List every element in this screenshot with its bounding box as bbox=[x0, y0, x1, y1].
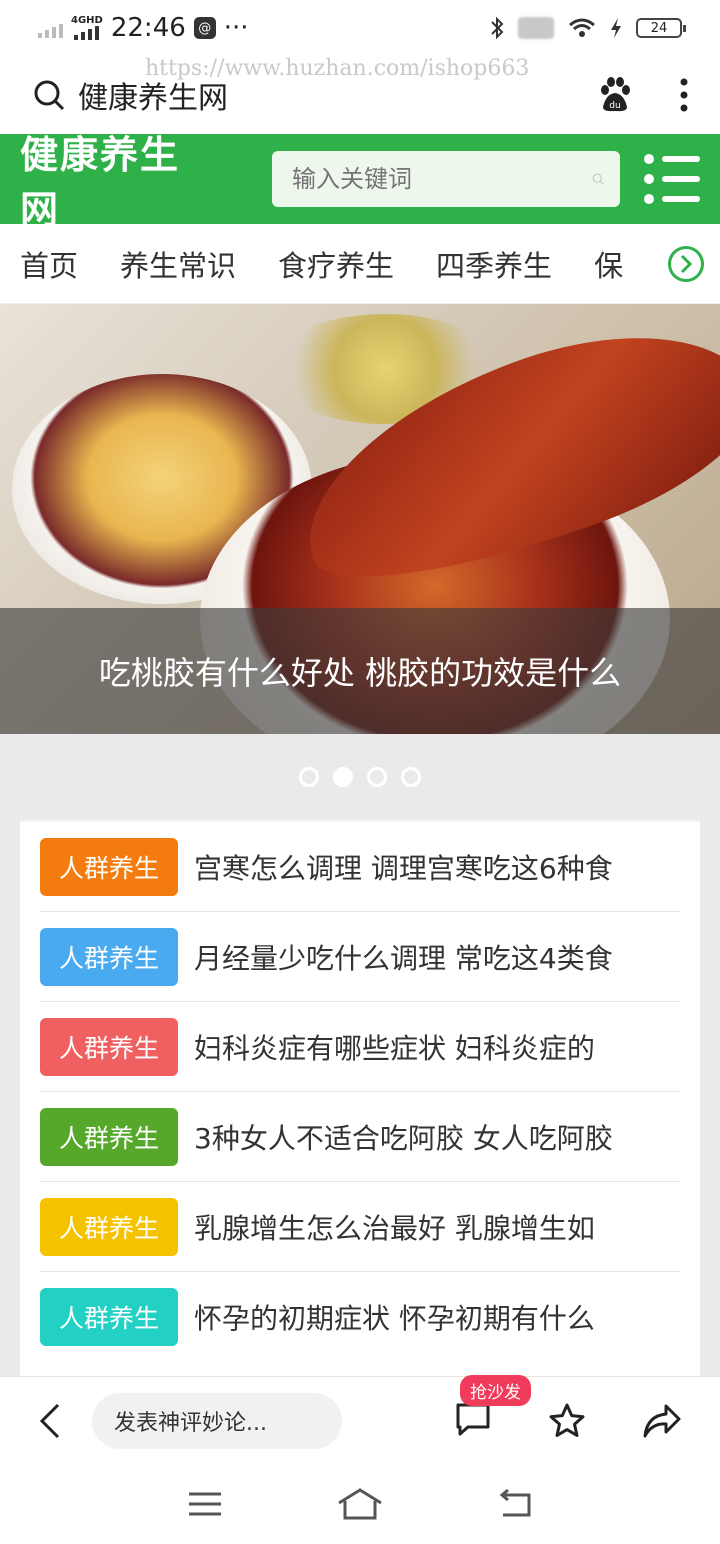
category-tag[interactable]: 人群养生 bbox=[40, 1197, 178, 1256]
carousel-dot[interactable] bbox=[299, 767, 319, 787]
battery-icon: 24 bbox=[636, 18, 686, 38]
home-icon[interactable] bbox=[336, 1487, 384, 1521]
list-item[interactable]: 人群养生 妇科炎症有哪些症状 妇科炎症的 bbox=[40, 1002, 680, 1092]
category-tag[interactable]: 人群养生 bbox=[40, 1107, 178, 1166]
carousel-dot[interactable] bbox=[367, 767, 387, 787]
article-list: 人群养生 宫寒怎么调理 调理宫寒吃这6种食 人群养生 月经量少吃什么调理 常吃这4类… bbox=[20, 820, 700, 1376]
article-title[interactable]: 月经量少吃什么调理 常吃这4类食 bbox=[194, 937, 613, 977]
app-notification-icon: @ bbox=[193, 17, 216, 39]
bluetooth-icon bbox=[491, 16, 504, 40]
search-icon[interactable] bbox=[32, 78, 66, 112]
nav-next-button[interactable] bbox=[668, 246, 704, 282]
more-notifications: ··· bbox=[223, 13, 249, 43]
nav-item-health-knowledge[interactable]: 养生常识 bbox=[120, 243, 236, 285]
status-bar: 4GHD 22:46 @ ··· 24 bbox=[0, 0, 720, 56]
site-search-box[interactable] bbox=[272, 151, 620, 207]
svg-text:du: du bbox=[609, 101, 620, 111]
nav-item-home[interactable]: 首页 bbox=[20, 243, 78, 285]
category-tag[interactable]: 人群养生 bbox=[40, 1017, 178, 1076]
sofa-badge: 抢沙发 bbox=[460, 1374, 531, 1406]
banner-caption-bar[interactable]: 吃桃胶有什么好处 桃胶的功效是什么 bbox=[0, 608, 720, 734]
article-title[interactable]: 乳腺增生怎么治最好 乳腺增生如 bbox=[194, 1207, 595, 1247]
nav-item-partial[interactable]: 保 bbox=[594, 243, 623, 285]
category-nav: 首页 养生常识 食疗养生 四季养生 保 bbox=[0, 224, 720, 304]
blurred-icon bbox=[518, 17, 554, 39]
list-item[interactable]: 人群养生 月经量少吃什么调理 常吃这4类食 bbox=[40, 912, 680, 1002]
comment-placeholder: 发表神评妙论... bbox=[114, 1410, 267, 1436]
network-type: 4GHD bbox=[71, 15, 103, 26]
back-icon[interactable] bbox=[38, 1402, 62, 1440]
browser-address-bar[interactable]: https://www.huzhan.com/ishop663 健康养生网 du bbox=[0, 56, 720, 134]
article-title[interactable]: 3种女人不适合吃阿胶 女人吃阿胶 bbox=[194, 1117, 613, 1157]
article-title[interactable]: 妇科炎症有哪些症状 妇科炎症的 bbox=[194, 1027, 595, 1067]
carousel-dot[interactable] bbox=[401, 767, 421, 787]
article-title[interactable]: 宫寒怎么调理 调理宫寒吃这6种食 bbox=[194, 847, 613, 887]
menu-icon[interactable] bbox=[644, 154, 700, 204]
banner-carousel[interactable]: 吃桃胶有什么好处 桃胶的功效是什么 bbox=[0, 304, 720, 734]
chevron-right-icon bbox=[680, 254, 693, 274]
signal-strength-icon bbox=[74, 26, 100, 40]
nav-item-seasonal[interactable]: 四季养生 bbox=[436, 243, 552, 285]
recent-apps-icon[interactable] bbox=[187, 1491, 223, 1517]
search-icon[interactable] bbox=[592, 157, 604, 201]
carousel-indicators bbox=[0, 734, 720, 820]
banner-caption[interactable]: 吃桃胶有什么好处 桃胶的功效是什么 bbox=[99, 648, 621, 694]
list-item[interactable]: 人群养生 宫寒怎么调理 调理宫寒吃这6种食 bbox=[40, 822, 680, 912]
list-item[interactable]: 人群养生 3种女人不适合吃阿胶 女人吃阿胶 bbox=[40, 1092, 680, 1182]
list-item[interactable]: 人群养生 乳腺增生怎么治最好 乳腺增生如 bbox=[40, 1182, 680, 1272]
signal-icon bbox=[38, 18, 63, 38]
comments-button[interactable]: 抢沙发 bbox=[454, 1374, 531, 1441]
star-icon[interactable] bbox=[548, 1402, 586, 1440]
clock: 22:46 bbox=[110, 13, 186, 43]
watermark: https://www.huzhan.com/ishop663 bbox=[145, 56, 530, 81]
category-tag[interactable]: 人群养生 bbox=[40, 837, 178, 896]
system-back-icon[interactable] bbox=[497, 1489, 533, 1519]
search-input[interactable] bbox=[292, 165, 592, 193]
comment-input[interactable]: 发表神评妙论... bbox=[92, 1392, 342, 1449]
charging-icon bbox=[611, 18, 621, 38]
category-tag[interactable]: 人群养生 bbox=[40, 927, 178, 986]
battery-level: 24 bbox=[650, 20, 668, 36]
carousel-dot-active[interactable] bbox=[333, 767, 353, 787]
category-tag[interactable]: 人群养生 bbox=[40, 1288, 178, 1346]
nav-item-diet-therapy[interactable]: 食疗养生 bbox=[278, 243, 394, 285]
system-nav-bar bbox=[0, 1464, 720, 1544]
wifi-icon bbox=[569, 18, 595, 37]
share-icon[interactable] bbox=[642, 1403, 682, 1439]
list-item[interactable]: 人群养生 怀孕的初期症状 怀孕初期有什么 bbox=[40, 1272, 680, 1362]
site-header: 健康养生网 bbox=[0, 133, 720, 232]
more-options-icon[interactable] bbox=[680, 78, 688, 112]
site-logo[interactable]: 健康养生网 bbox=[20, 124, 210, 234]
comment-icon[interactable] bbox=[454, 1401, 492, 1437]
browser-toolbar: 发表神评妙论... 抢沙发 bbox=[0, 1374, 720, 1464]
article-list-container: 人群养生 宫寒怎么调理 调理宫寒吃这6种食 人群养生 月经量少吃什么调理 常吃这4类… bbox=[0, 820, 720, 1376]
baidu-paw-icon[interactable]: du bbox=[598, 77, 632, 113]
article-title[interactable]: 怀孕的初期症状 怀孕初期有什么 bbox=[194, 1297, 595, 1337]
